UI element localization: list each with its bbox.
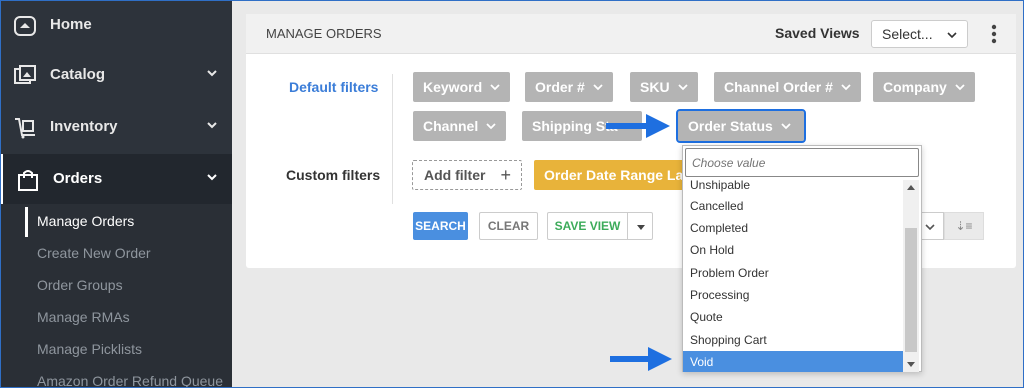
chevron-down-icon — [841, 84, 851, 91]
divider — [392, 74, 393, 204]
option-cancelled[interactable]: Cancelled — [683, 195, 903, 217]
sidebar-item-inventory[interactable]: Inventory — [0, 102, 232, 154]
more-options-icon[interactable] — [990, 23, 998, 45]
chevron-down-icon — [955, 84, 965, 91]
sidebar-subitem-manage-orders[interactable]: Manage Orders — [37, 213, 134, 229]
option-completed[interactable]: Completed — [683, 217, 903, 239]
chevron-down-icon — [207, 70, 217, 77]
chip-label: Keyword — [423, 79, 483, 95]
sidebar-item-label: Catalog — [50, 66, 106, 83]
page-title: MANAGE ORDERS — [266, 26, 382, 41]
chevron-down-icon — [593, 84, 603, 91]
home-icon — [14, 16, 36, 36]
sidebar-item-orders[interactable]: Orders — [0, 154, 232, 206]
sidebar-subitem-manage-picklists[interactable]: Manage Picklists — [37, 341, 142, 357]
inventory-icon — [15, 118, 35, 139]
save-view-dropdown-button[interactable] — [627, 212, 653, 240]
chip-label: Channel — [423, 118, 479, 134]
chevron-down-icon — [677, 84, 688, 91]
chip-label: Order Status — [688, 118, 773, 134]
order-status-dropdown: Unshipable Cancelled Completed On Hold P… — [682, 145, 922, 372]
choose-value-input[interactable] — [685, 148, 919, 177]
panel-header: MANAGE ORDERS Saved Views Select... — [246, 14, 1016, 54]
chevron-down-icon — [781, 123, 791, 130]
sidebar-item-label: Orders — [53, 170, 103, 187]
option-void[interactable]: Void — [683, 351, 903, 372]
bag-icon — [18, 170, 38, 191]
sidebar-subitem-amazon-refund-queue[interactable]: Amazon Order Refund Queue — [37, 373, 223, 388]
chevron-down-icon — [947, 32, 957, 39]
saved-views-value: Select... — [882, 26, 933, 42]
catalog-icon — [14, 65, 36, 84]
default-filters-label: Default filters — [289, 79, 379, 95]
chip-label: Order Date Range La — [544, 167, 684, 183]
option-list: Unshipable Cancelled Completed On Hold P… — [683, 180, 903, 372]
plus-icon: + — [500, 165, 511, 185]
sidebar-item-label: Home — [50, 16, 92, 33]
scrollbar-thumb[interactable] — [905, 228, 917, 352]
option-shopping-cart[interactable]: Shopping Cart — [683, 329, 903, 351]
sidebar: Home Catalog Inventory Orders Manage Ord… — [0, 0, 232, 388]
add-filter-label: Add filter — [424, 167, 486, 183]
clear-button[interactable]: CLEAR — [479, 212, 538, 240]
filter-chip-channel-order-number[interactable]: Channel Order # — [714, 72, 861, 102]
add-filter-button[interactable]: Add filter + — [412, 160, 522, 190]
orders-submenu — [0, 204, 232, 388]
scroll-down-icon[interactable] — [907, 362, 915, 367]
custom-filters-label: Custom filters — [286, 167, 381, 183]
annotation-arrow-icon — [610, 347, 672, 371]
sidebar-subitem-create-new-order[interactable]: Create New Order — [37, 245, 151, 261]
saved-views-label: Saved Views — [775, 25, 860, 41]
chevron-down-icon — [490, 84, 500, 91]
option-unshipable[interactable]: Unshipable — [683, 180, 903, 196]
chevron-down-icon — [486, 123, 496, 130]
chip-label: SKU — [640, 79, 670, 95]
sidebar-item-label: Inventory — [50, 118, 118, 135]
filter-chip-order-number[interactable]: Order # — [525, 72, 613, 102]
sort-direction-button[interactable]: ⇣≡ — [944, 212, 984, 240]
chevron-down-icon — [207, 174, 217, 181]
active-indicator — [25, 207, 28, 237]
chip-label: Company — [883, 79, 947, 95]
sidebar-item-catalog[interactable]: Catalog — [0, 50, 232, 102]
filter-chip-company[interactable]: Company — [873, 72, 975, 102]
option-processing[interactable]: Processing — [683, 284, 903, 306]
scroll-up-icon[interactable] — [907, 185, 915, 190]
annotation-arrow-icon — [606, 114, 670, 138]
option-on-hold[interactable]: On Hold — [683, 239, 903, 261]
filter-chip-order-date-range[interactable]: Order Date Range La — [534, 160, 684, 190]
search-button[interactable]: SEARCH — [413, 212, 468, 240]
chevron-down-icon — [207, 122, 217, 129]
sidebar-subitem-manage-rmas[interactable]: Manage RMAs — [37, 309, 130, 325]
option-quote[interactable]: Quote — [683, 306, 903, 328]
filter-chip-sku[interactable]: SKU — [630, 72, 698, 102]
chevron-down-icon — [925, 224, 935, 231]
chip-label: Channel Order # — [724, 79, 833, 95]
filter-chip-keyword[interactable]: Keyword — [413, 72, 511, 102]
sort-icon: ⇣≡ — [955, 219, 973, 233]
sidebar-item-home[interactable]: Home — [0, 0, 232, 52]
option-problem-order[interactable]: Problem Order — [683, 262, 903, 284]
saved-views-select[interactable]: Select... — [871, 20, 968, 48]
chip-label: Order # — [535, 79, 585, 95]
sidebar-subitem-order-groups[interactable]: Order Groups — [37, 277, 123, 293]
filter-chip-channel[interactable]: Channel — [413, 111, 507, 141]
save-view-button[interactable]: SAVE VIEW — [547, 212, 628, 240]
filter-chip-order-status[interactable]: Order Status — [676, 109, 806, 143]
dropdown-scrollbar[interactable] — [903, 180, 919, 372]
